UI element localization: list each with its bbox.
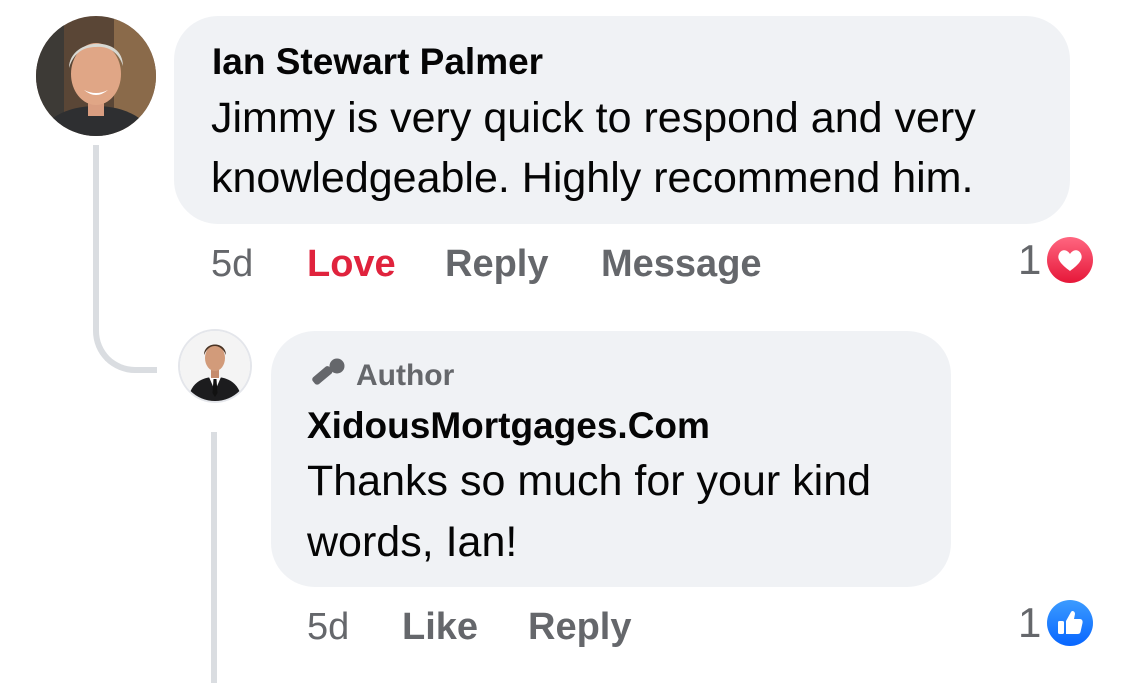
comment-text-line: knowledgeable. Highly recommend him. [211, 154, 974, 202]
reply-button[interactable]: Reply [445, 240, 548, 288]
reaction-count: 1 [1018, 599, 1042, 646]
love-reaction-button[interactable]: Love [307, 240, 396, 288]
author-badge-label: Author [356, 359, 455, 392]
reply-reaction-summary[interactable]: 1 [1018, 598, 1096, 648]
thread-connector-line [93, 145, 157, 373]
reply-reply-button[interactable]: Reply [528, 603, 631, 651]
reply-text-line: Thanks so much for your kind [307, 457, 872, 505]
author-badge: Author [306, 356, 454, 396]
reaction-count: 1 [1018, 236, 1042, 283]
message-button[interactable]: Message [601, 240, 762, 288]
like-button[interactable]: Like [402, 603, 478, 651]
like-thumb-icon [1045, 598, 1096, 648]
love-heart-icon [1045, 235, 1096, 285]
comment-text-line: Jimmy is very quick to respond and very [211, 94, 976, 142]
comment-author-name[interactable]: Ian Stewart Palmer [212, 40, 543, 84]
microphone-icon [306, 357, 346, 396]
reply-author-name[interactable]: XidousMortgages.Com [307, 404, 710, 448]
reply-thread-line [211, 432, 217, 683]
reply-timestamp[interactable]: 5d [307, 603, 349, 651]
reply-text-line: words, Ian! [307, 518, 518, 566]
commenter-avatar[interactable] [36, 16, 156, 136]
comment-timestamp[interactable]: 5d [211, 240, 253, 288]
comment-reaction-summary[interactable]: 1 [1018, 235, 1096, 285]
author-avatar[interactable] [180, 331, 250, 401]
